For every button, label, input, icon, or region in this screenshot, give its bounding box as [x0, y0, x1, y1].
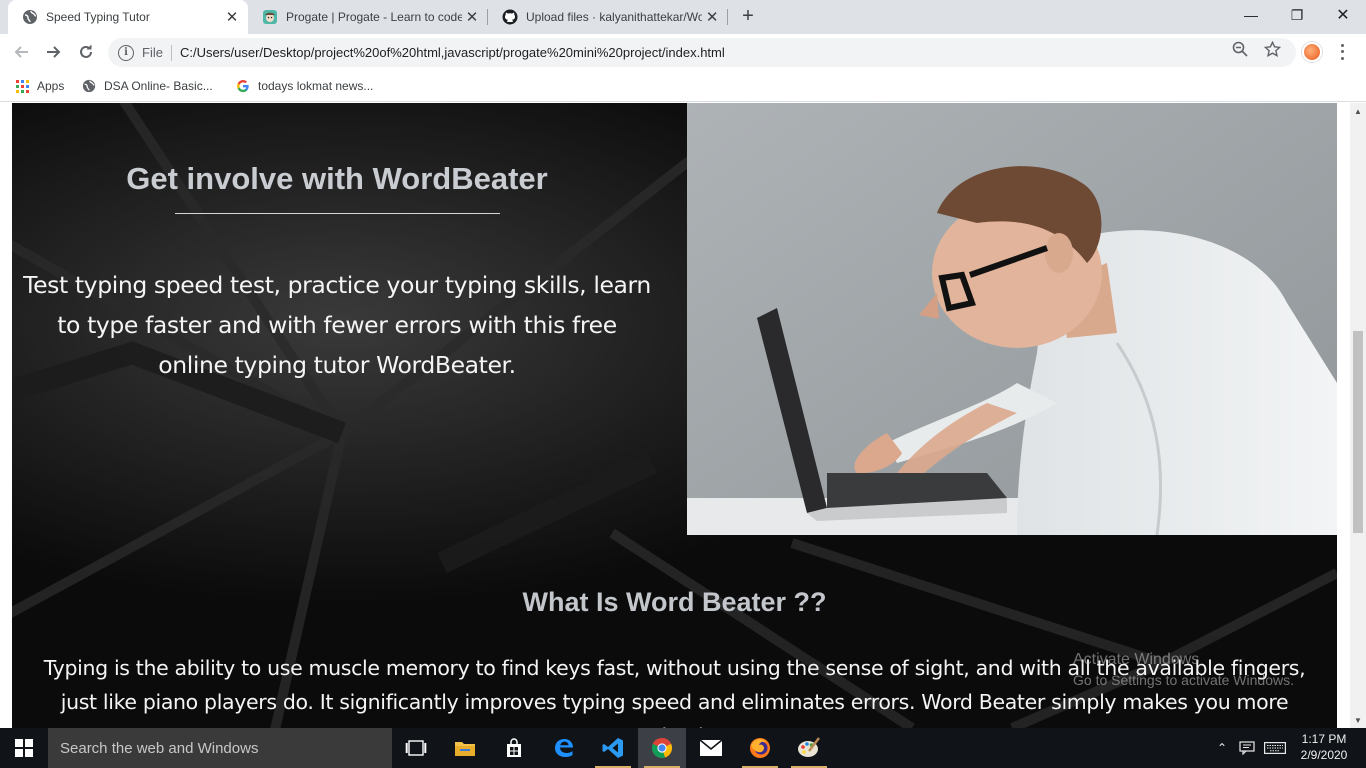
arrow-right-icon [47, 46, 61, 58]
bookmark-dsa-online[interactable]: DSA Online- Basic... [82, 77, 213, 95]
tab-title: Progate | Progate - Learn to code [286, 10, 463, 24]
watermark-subtitle: Go to Settings to activate Windows. [1073, 672, 1294, 688]
file-explorer-icon[interactable] [441, 728, 489, 768]
taskbar-search-input[interactable]: Search the web and Windows [48, 728, 392, 768]
vertical-scrollbar[interactable]: ▲ ▼ [1350, 103, 1366, 728]
store-icon[interactable] [490, 728, 538, 768]
windows-taskbar: Search the web and Windows ⌃ 1:17 PM 2/9… [0, 728, 1366, 768]
mail-icon[interactable] [687, 728, 735, 768]
url-text[interactable]: C:/Users/user/Desktop/project%20of%20htm… [180, 45, 725, 60]
paint-icon[interactable] [785, 728, 833, 768]
scroll-down-icon[interactable]: ▼ [1350, 712, 1366, 728]
progate-icon [262, 9, 278, 25]
bookmark-lokmat-news[interactable]: todays lokmat news... [236, 77, 373, 95]
clock-date: 2/9/2020 [1300, 748, 1348, 762]
start-button[interactable] [0, 728, 48, 768]
tab-progate[interactable]: Progate | Progate - Learn to code ✕ [248, 0, 488, 34]
tab-strip: Speed Typing Tutor ✕ Progate | Progate -… [0, 0, 1366, 34]
restore-button[interactable]: ❐ [1274, 0, 1320, 30]
google-icon [236, 79, 250, 93]
bookmark-label: todays lokmat news... [258, 79, 374, 93]
forward-button[interactable] [42, 40, 66, 64]
scroll-up-icon[interactable]: ▲ [1350, 103, 1366, 119]
close-tab-icon[interactable]: ✕ [702, 8, 722, 26]
vscode-icon[interactable] [589, 728, 637, 768]
reload-button[interactable] [74, 40, 98, 64]
window-close-button[interactable]: ✕ [1320, 0, 1366, 30]
intro-section: Get involve with WordBeater Test typing … [12, 103, 687, 535]
tab-title: Upload files · kalyanithattekar/Wo [526, 10, 703, 24]
activate-windows-watermark: Activate Windows Go to Settings to activ… [1073, 650, 1294, 690]
notifications-icon[interactable] [1237, 728, 1257, 768]
bookmarks-bar: Apps DSA Online- Basic... todays lokmat … [0, 70, 1366, 102]
intro-text: Test typing speed test, practice your ty… [23, 271, 651, 379]
close-tab-icon[interactable]: ✕ [222, 8, 242, 26]
bookmark-star-icon[interactable] [1263, 40, 1281, 58]
zoom-icon[interactable] [1231, 40, 1249, 58]
new-tab-button[interactable]: + [737, 5, 759, 27]
edge-browser-icon[interactable] [540, 728, 588, 768]
bookmark-label: DSA Online- Basic... [104, 79, 213, 93]
involve-heading: Get involve with WordBeater [126, 161, 548, 196]
address-bar[interactable]: i File C:/Users/user/Desktop/project%20o… [108, 38, 1296, 67]
tab-speed-typing-tutor[interactable]: Speed Typing Tutor ✕ [8, 0, 248, 34]
arrow-left-icon [14, 46, 28, 58]
bookmark-label: Apps [37, 79, 65, 93]
watermark-title: Activate Windows [1073, 651, 1200, 668]
heading-underline [175, 213, 500, 214]
task-view-icon[interactable] [392, 728, 440, 768]
what-heading: What Is Word Beater ?? [522, 587, 827, 617]
url-scheme: File [142, 45, 163, 60]
typing-man-photo [687, 103, 1337, 535]
show-hidden-icons-icon[interactable]: ⌃ [1212, 728, 1232, 768]
browser-toolbar: i File C:/Users/user/Desktop/project%20o… [0, 34, 1366, 70]
globe-icon [82, 79, 96, 93]
windows-logo-icon [15, 739, 33, 757]
page-body: Get involve with WordBeater Test typing … [12, 103, 1337, 728]
back-button[interactable] [9, 40, 33, 64]
info-icon[interactable]: i [118, 44, 134, 61]
reload-icon [80, 45, 92, 58]
tab-divider [727, 9, 728, 25]
globe-icon [22, 9, 38, 25]
clock-time: 1:17 PM [1301, 732, 1347, 746]
system-clock[interactable]: 1:17 PM 2/9/2020 [1292, 731, 1356, 763]
tab-upload-files[interactable]: Upload files · kalyanithattekar/Wo ✕ [488, 0, 728, 34]
address-divider [170, 44, 172, 61]
github-icon [502, 9, 518, 25]
firefox-icon[interactable] [736, 728, 784, 768]
scroll-thumb[interactable] [1353, 331, 1363, 533]
profile-avatar[interactable] [1302, 42, 1322, 62]
chrome-icon[interactable] [638, 728, 686, 768]
minimize-button[interactable]: — [1228, 0, 1274, 30]
tab-title: Speed Typing Tutor [46, 10, 150, 24]
close-tab-icon[interactable]: ✕ [462, 8, 482, 26]
page-viewport: Get involve with WordBeater Test typing … [0, 103, 1350, 728]
bookmark-apps[interactable]: Apps [15, 77, 64, 95]
menu-more-icon[interactable] [1336, 42, 1348, 62]
keyboard-icon[interactable] [1262, 728, 1288, 768]
apps-grid-icon [15, 79, 29, 93]
